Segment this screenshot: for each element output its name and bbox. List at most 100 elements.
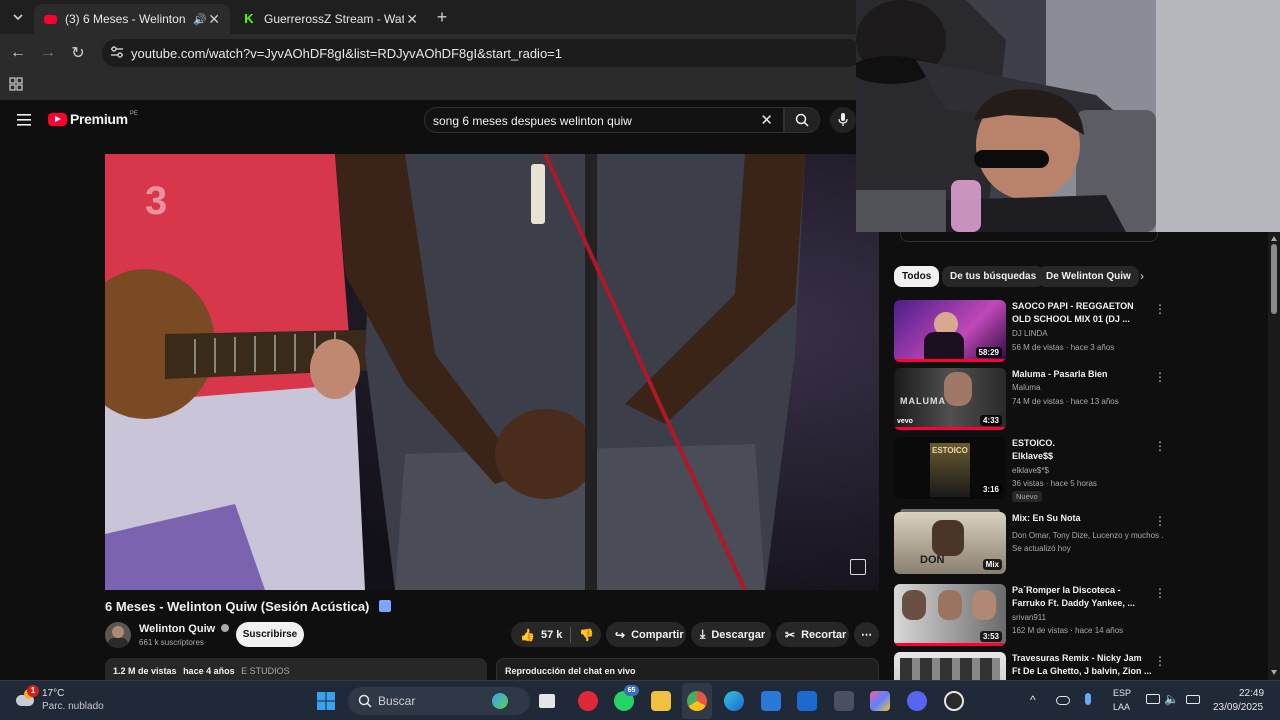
volume-icon[interactable]: 🔈 <box>1164 692 1179 706</box>
svg-text:3: 3 <box>145 179 167 223</box>
page-scrollbar[interactable] <box>1268 232 1280 680</box>
chat-replay-panel[interactable]: Reproducción del chat en vivo <box>496 658 879 680</box>
edge-icon[interactable] <box>724 691 744 711</box>
weather-description: Parc. nublado <box>42 701 104 712</box>
more-horizontal-icon: ⋯ <box>861 629 872 641</box>
video-title: 6 Meses - Welinton Quiw (Sesión Acústica… <box>105 599 392 614</box>
video-title: Mix: En Su Nota <box>1012 513 1081 523</box>
channel-name: elklave$*$ <box>1012 466 1049 475</box>
scissors-icon: ✂ <box>785 627 796 642</box>
thumbs-down-icon[interactable]: 👎 <box>579 628 594 642</box>
tab-youtube[interactable]: (3) 6 Meses - Welinton Quiw 🔊 ✕ <box>34 4 230 34</box>
scrollbar-thumb[interactable] <box>1271 244 1277 314</box>
more-vertical-icon[interactable]: ⋮ <box>1154 370 1166 384</box>
outlook-icon[interactable] <box>797 691 817 711</box>
clear-search-icon[interactable]: ✕ <box>760 111 773 129</box>
battery-icon[interactable] <box>1186 695 1200 704</box>
more-vertical-icon[interactable]: ⋮ <box>1154 302 1166 316</box>
close-tab-icon[interactable]: ✕ <box>406 11 418 28</box>
copilot-icon[interactable] <box>870 691 890 711</box>
subscribe-button[interactable]: Suscribirse <box>236 622 304 647</box>
share-label: Compartir <box>631 628 684 641</box>
clock-time[interactable]: 22:49 <box>1239 688 1264 699</box>
reload-icon[interactable]: ↻ <box>66 41 90 65</box>
store-icon[interactable] <box>761 691 781 711</box>
video-title: SAOCO PAPI - REGGAETON OLD SCHOOL MIX 01… <box>1012 301 1134 324</box>
video-duration: 4:33 <box>979 415 1002 426</box>
chips-next-icon[interactable]: › <box>1140 269 1144 283</box>
discord-icon[interactable] <box>907 691 927 711</box>
like-button[interactable]: 👍 57 k <box>511 628 562 642</box>
channel-name-text: Welinton Quiw <box>139 623 216 635</box>
clip-button[interactable]: ✂ Recortar <box>776 622 849 647</box>
video-meta: 56 M de vistas · hace 3 años <box>1012 343 1115 352</box>
site-settings-icon[interactable] <box>110 45 124 64</box>
recommended-video[interactable]: MALUMA vevo 4:33 Maluma - Pasarla Bien M… <box>894 368 1172 432</box>
video-meta: Se actualizó hoy <box>1012 544 1071 553</box>
microphone-icon[interactable] <box>1085 693 1091 705</box>
tab-list-button[interactable] <box>6 5 30 29</box>
scroll-up-arrow-icon[interactable] <box>1271 236 1277 241</box>
more-vertical-icon[interactable]: ⋮ <box>1154 586 1166 600</box>
file-explorer-icon[interactable] <box>651 691 671 711</box>
download-button[interactable]: ⤓ Descargar <box>691 622 771 647</box>
video-thumbnail <box>894 652 1006 680</box>
tab-kick-stream[interactable]: K GuerrerossZ Stream - Watch Live ✕ <box>232 4 428 34</box>
chat-replay-label: Reproducción del chat en vivo <box>505 666 636 676</box>
share-button[interactable]: ↪ Compartir <box>606 622 686 647</box>
clip-label: Recortar <box>801 628 847 641</box>
more-vertical-icon[interactable]: ⋮ <box>1154 514 1166 528</box>
search-input[interactable]: song 6 meses despues welinton quiw ✕ <box>424 107 784 133</box>
search-button[interactable] <box>784 107 820 133</box>
tab-title: GuerrerossZ Stream - Watch Live <box>264 12 404 26</box>
address-bar[interactable]: youtube.com/watch?v=JyvAOhDF8gI&list=RDJ… <box>102 39 862 67</box>
browser-toolbar: ← → ↻ youtube.com/watch?v=JyvAOhDF8gI&li… <box>0 34 862 100</box>
recommended-video[interactable]: 3:53 Pa´Romper la Discoteca - Farruko Ft… <box>894 584 1172 648</box>
tray-overflow-icon[interactable]: ^ <box>1030 693 1036 707</box>
menu-icon[interactable] <box>17 113 31 131</box>
weather-temp: 17°C <box>42 688 65 699</box>
chip-all[interactable]: Todos <box>894 266 940 287</box>
calculator-icon[interactable] <box>834 691 854 711</box>
miniplayer-icon[interactable] <box>850 559 866 575</box>
network-icon[interactable] <box>1146 694 1160 704</box>
video-player[interactable]: 3 <box>105 154 879 590</box>
channel-avatar[interactable] <box>105 622 131 648</box>
video-thumbnail: 3:53 <box>894 584 1006 646</box>
obs-icon[interactable] <box>944 691 964 711</box>
recommended-video[interactable]: ESTOICO 3:16 ESTOICO. Elklave$$ elklave$… <box>894 437 1172 502</box>
recommended-video[interactable]: 58:29 SAOCO PAPI - REGGAETON OLD SCHOOL … <box>894 300 1172 364</box>
back-arrow-icon[interactable]: ← <box>6 41 30 65</box>
new-tab-button[interactable]: + <box>430 5 454 29</box>
scroll-down-arrow-icon[interactable] <box>1271 670 1277 675</box>
clock-date[interactable]: 23/09/2025 <box>1213 702 1263 713</box>
windows-start-icon[interactable] <box>316 691 336 711</box>
recommended-video[interactable]: Travesuras Remix - Nicky Jam Ft De La Gh… <box>894 652 1172 680</box>
forward-arrow-icon[interactable]: → <box>36 41 60 65</box>
whatsapp-icon[interactable]: 65 <box>614 685 639 711</box>
input-language[interactable]: ESP <box>1113 688 1131 698</box>
recommended-mix[interactable]: DON Mix Mix: En Su Nota Don Omar, Tony D… <box>894 509 1172 576</box>
voice-search-button[interactable] <box>830 107 856 133</box>
keyboard-layout[interactable]: LAA <box>1113 702 1130 712</box>
video-meta: 36 vistas · hace 5 horas <box>1012 479 1097 488</box>
media-player-icon[interactable] <box>578 691 598 711</box>
more-vertical-icon[interactable]: ⋮ <box>1154 439 1166 453</box>
chip-from-searches[interactable]: De tus búsquedas <box>942 266 1045 287</box>
youtube-logo[interactable]: Premium PE <box>48 111 138 127</box>
apps-grid-icon[interactable] <box>4 72 28 96</box>
chip-from-channel[interactable]: De Welinton Quiw <box>1038 266 1139 287</box>
task-view-icon[interactable] <box>539 694 555 708</box>
channel-name[interactable]: Welinton Quiw <box>139 623 230 635</box>
speaker-icon[interactable]: 🔊 <box>193 13 207 26</box>
channel-name: DJ LINDA <box>1012 329 1048 338</box>
video-duration: 58:29 <box>975 347 1002 358</box>
onedrive-icon[interactable] <box>1056 696 1070 705</box>
weather-widget[interactable]: 1 17°C Parc. nublado <box>14 685 114 717</box>
taskbar-search-box[interactable]: Buscar <box>348 687 530 715</box>
subscriber-count: 661 k suscriptores <box>139 638 204 647</box>
more-vertical-icon[interactable]: ⋮ <box>1154 654 1166 668</box>
description-box[interactable]: 1.2 M de vistas hace 4 años E STUDIOS <box>105 658 487 680</box>
close-tab-icon[interactable]: ✕ <box>208 11 220 28</box>
more-actions-button[interactable]: ⋯ <box>854 622 879 647</box>
